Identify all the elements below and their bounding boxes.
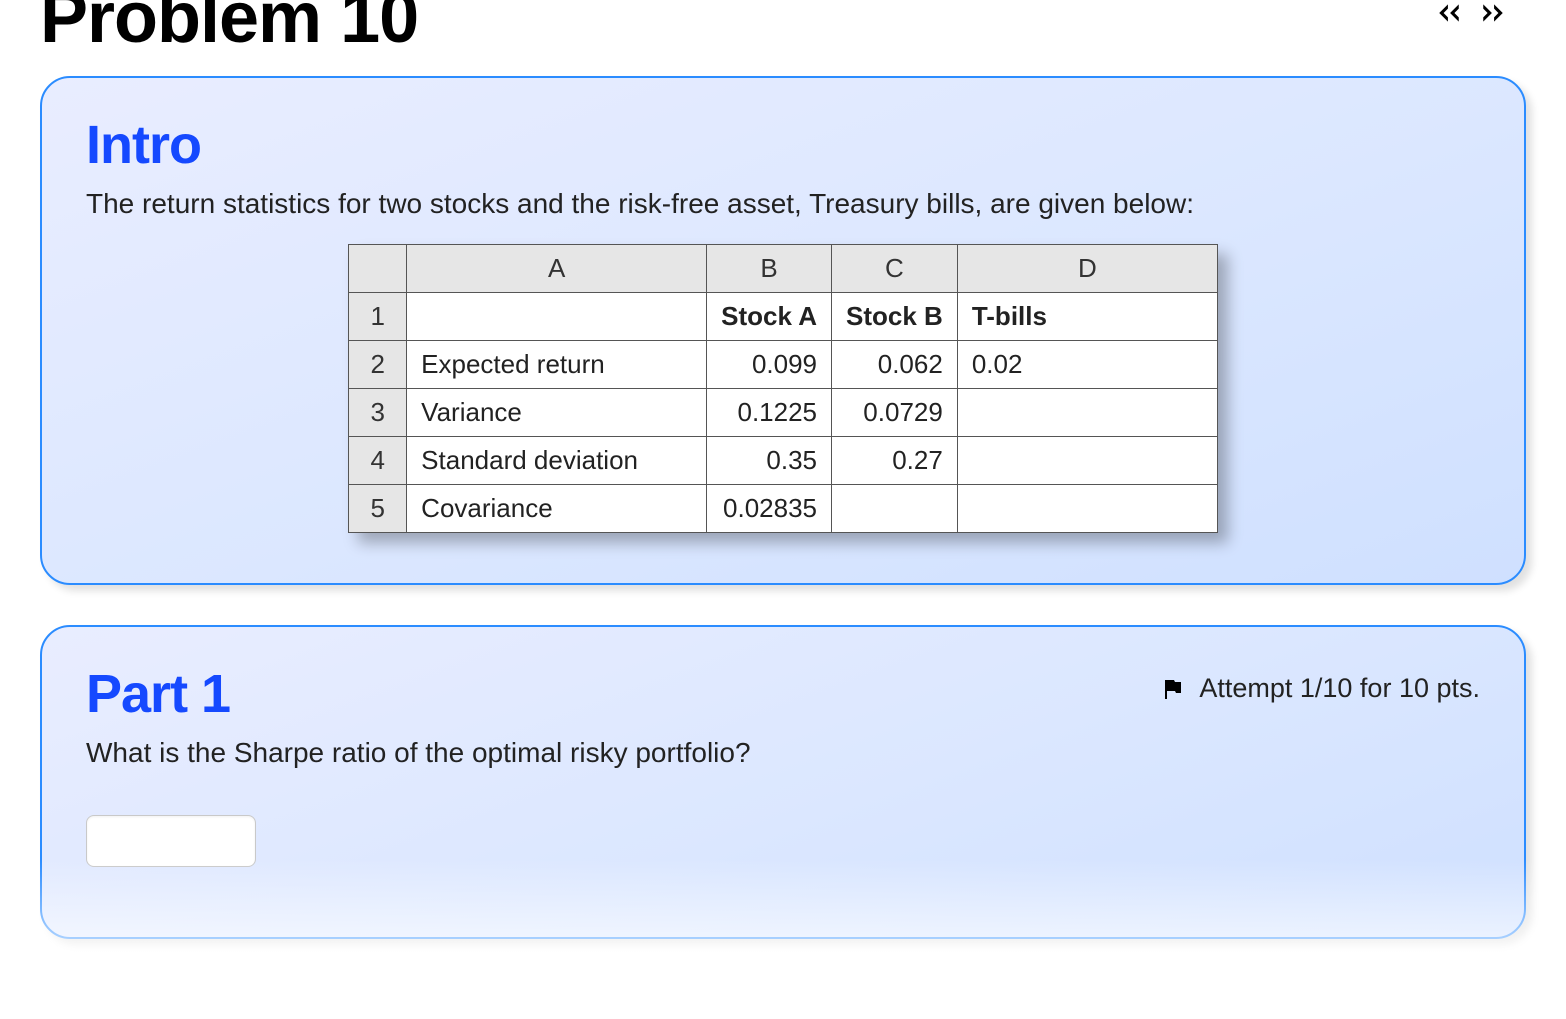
double-chevron-left-icon	[1436, 0, 1462, 26]
row-header: 5	[349, 485, 407, 533]
cell: 0.35	[707, 437, 832, 485]
row-header: 4	[349, 437, 407, 485]
row-header: 1	[349, 293, 407, 341]
intro-card: Intro The return statistics for two stoc…	[40, 76, 1526, 585]
row-header: 2	[349, 341, 407, 389]
col-header-c: C	[832, 245, 958, 293]
cell: 0.02	[957, 341, 1217, 389]
cell: 0.099	[707, 341, 832, 389]
cell: Standard deviation	[407, 437, 707, 485]
cell	[957, 437, 1217, 485]
part1-question: What is the Sharpe ratio of the optimal …	[86, 737, 1480, 769]
stats-table: A B C D 1 Stock A Stock B T-bills	[348, 244, 1218, 533]
cell	[957, 485, 1217, 533]
attempt-text: Attempt 1/10 for 10 pts.	[1199, 673, 1480, 704]
cell: 0.0729	[832, 389, 958, 437]
table-row: 5 Covariance 0.02835	[349, 485, 1218, 533]
prev-problem-button[interactable]	[1436, 0, 1462, 26]
attempt-info: Attempt 1/10 for 10 pts.	[1161, 673, 1480, 704]
table-row: 1 Stock A Stock B T-bills	[349, 293, 1218, 341]
double-chevron-right-icon	[1480, 0, 1506, 26]
cell	[407, 293, 707, 341]
part1-card: Part 1 Attempt 1/10 for 10 pts. What is …	[40, 625, 1526, 939]
col-header-d: D	[957, 245, 1217, 293]
cell: Stock A	[707, 293, 832, 341]
cell: 0.27	[832, 437, 958, 485]
intro-lead-text: The return statistics for two stocks and…	[86, 188, 1480, 220]
cell: 0.02835	[707, 485, 832, 533]
cell: Covariance	[407, 485, 707, 533]
next-problem-button[interactable]	[1480, 0, 1506, 26]
table-row: 4 Standard deviation 0.35 0.27	[349, 437, 1218, 485]
part1-heading: Part 1	[86, 663, 230, 725]
table-row: 2 Expected return 0.099 0.062 0.02	[349, 341, 1218, 389]
cell: 0.1225	[707, 389, 832, 437]
table-row: 3 Variance 0.1225 0.0729	[349, 389, 1218, 437]
cell	[957, 389, 1217, 437]
problem-nav	[1436, 0, 1526, 26]
cell: T-bills	[957, 293, 1217, 341]
answer-input[interactable]	[86, 815, 256, 867]
table-col-header-row: A B C D	[349, 245, 1218, 293]
flag-icon	[1161, 677, 1185, 701]
col-header-a: A	[407, 245, 707, 293]
col-header-blank	[349, 245, 407, 293]
cell: Expected return	[407, 341, 707, 389]
page-title: Problem 10	[40, 0, 418, 36]
cell	[832, 485, 958, 533]
cell: Stock B	[832, 293, 958, 341]
cell: 0.062	[832, 341, 958, 389]
row-header: 3	[349, 389, 407, 437]
cell: Variance	[407, 389, 707, 437]
col-header-b: B	[707, 245, 832, 293]
intro-heading: Intro	[86, 114, 1480, 176]
